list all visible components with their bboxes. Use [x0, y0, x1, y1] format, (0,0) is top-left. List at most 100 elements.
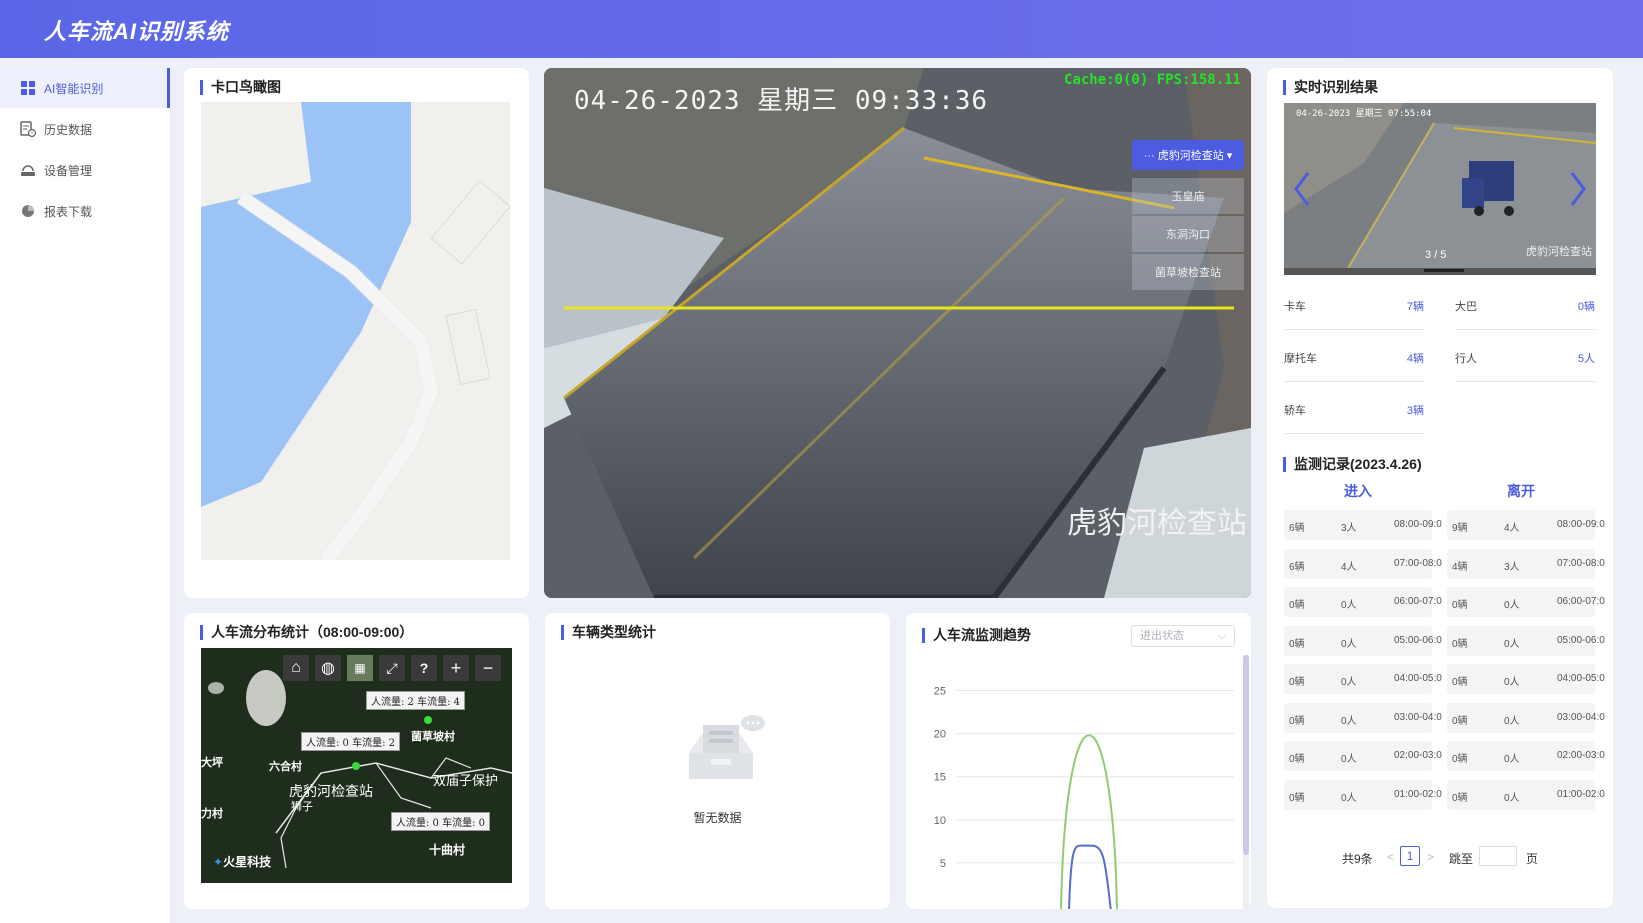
- sidebar-item-history[interactable]: 历史数据: [0, 109, 170, 149]
- map-place: 十曲村: [429, 843, 466, 857]
- record-people: 3人: [1504, 561, 1520, 573]
- record-people: 3人: [1341, 523, 1357, 534]
- record-vehicles: 0辆: [1289, 638, 1305, 650]
- pager-page-unit: 页: [1526, 852, 1539, 866]
- station-option[interactable]: 菌草坡检查站: [1132, 254, 1244, 290]
- pager-page-current[interactable]: 1: [1400, 846, 1420, 866]
- carousel-prev-icon[interactable]: [1292, 169, 1312, 209]
- grid-icon: [20, 80, 36, 96]
- pie-chart-icon: [20, 203, 36, 219]
- map-place: 菌草坡村: [411, 731, 455, 743]
- map-view[interactable]: [201, 102, 510, 560]
- record-people: 0人: [1341, 754, 1357, 765]
- record-vehicles: 6辆: [1289, 523, 1305, 534]
- record-vehicles: 0辆: [1452, 754, 1468, 765]
- record-row: 0辆 0人 02:00-03:0: [1447, 741, 1605, 771]
- record-row: 0辆 0人 01:00-02:0: [1447, 779, 1605, 810]
- record-time: 07:00-08:0: [1557, 557, 1605, 569]
- y-tick-label: 20: [934, 729, 946, 741]
- home-icon[interactable]: ⌂: [283, 655, 309, 681]
- document-clock-icon: [20, 121, 36, 137]
- station-dropdown[interactable]: ··· 虎豹河检查站 ▾: [1132, 140, 1244, 170]
- recognition-image-carousel[interactable]: 04-26-2023 星期三 07:55:04 虎豹河检查站 3 / 5: [1284, 103, 1596, 275]
- record-people: 0人: [1341, 600, 1357, 611]
- sidebar-item-reports[interactable]: 报表下载: [0, 191, 170, 231]
- record-people: 0人: [1504, 677, 1520, 688]
- record-row: 0辆 0人 02:00-03:0: [1284, 741, 1442, 771]
- sidebar-item-devices[interactable]: 设备管理: [0, 150, 170, 190]
- sidebar-item-label: AI智能识别: [44, 81, 104, 96]
- empty-text: 暂无数据: [693, 811, 742, 825]
- record-time: 08:00-09:0: [1557, 519, 1605, 530]
- card-title: 卡口鸟瞰图: [200, 80, 281, 95]
- satellite-layer-icon[interactable]: ▦: [347, 655, 373, 681]
- record-row: 9辆 4人 08:00-09:0: [1447, 510, 1605, 540]
- record-people: 0人: [1504, 792, 1520, 804]
- direction-select[interactable]: 进出状态 ⌵: [1131, 625, 1235, 647]
- live-video-feed[interactable]: 04-26-2023 星期三 09:33:36 Cache:0(0) FPS:1…: [544, 68, 1251, 598]
- record-vehicles: 0辆: [1289, 715, 1305, 727]
- globe-icon[interactable]: ◍: [315, 655, 341, 681]
- distribution-card: 人车流分布统计（08:00-09:00） ⌂ ◍ ▦ ⤢ ? + − 人流量: …: [184, 613, 529, 909]
- record-time: 02:00-03:0: [1557, 750, 1605, 761]
- record-people: 4人: [1504, 523, 1520, 534]
- sidebar-item-label: 报表下载: [44, 204, 93, 219]
- video-station-name: 虎豹河检查站: [1067, 507, 1247, 540]
- record-vehicles: 4辆: [1452, 561, 1468, 573]
- record-row: 0辆 0人 03:00-04:0: [1284, 702, 1442, 733]
- record-people: 0人: [1504, 754, 1520, 765]
- trend-chart: 5 10 15 20 25: [934, 686, 1234, 909]
- zoom-in-icon[interactable]: +: [443, 655, 469, 681]
- records-in-header: 进入: [1344, 483, 1372, 499]
- map-place: 狮子: [291, 801, 313, 813]
- vehicle-type-card: 车辆类型统计 暂无数据: [545, 613, 890, 909]
- stat-label: 轿车: [1284, 405, 1306, 417]
- top-bar: 人车流AI识别系统: [0, 0, 1643, 58]
- record-time: 03:00-04:0: [1557, 711, 1605, 723]
- record-vehicles: 0辆: [1452, 600, 1468, 611]
- app-title: 人车流AI识别系统: [44, 19, 230, 44]
- fullscreen-icon[interactable]: ⤢: [379, 655, 405, 681]
- card-title: 车辆类型统计: [561, 625, 656, 640]
- card-title: 人车流分布统计（08:00-09:00）: [200, 625, 413, 640]
- card-title: 人车流监测趋势: [922, 628, 1031, 643]
- map-place: 力村: [201, 808, 223, 820]
- pager-next-icon[interactable]: >: [1427, 850, 1434, 864]
- record-time: 07:00-08:0: [1394, 557, 1442, 569]
- record-vehicles: 6辆: [1289, 561, 1305, 573]
- pager-prev-icon[interactable]: <: [1387, 850, 1394, 864]
- record-row: 0辆 0人 04:00-05:0: [1447, 664, 1605, 694]
- map-toolbar: ⌂ ◍ ▦ ⤢ ? + −: [283, 655, 501, 681]
- stat-car: 轿车 3辆: [1284, 384, 1424, 434]
- scrollbar-thumb[interactable]: [1243, 655, 1249, 855]
- trend-card: 人车流监测趋势 进出状态 ⌵ 5 10 15 20 25: [906, 613, 1251, 909]
- record-time: 01:00-02:0: [1394, 788, 1442, 800]
- map-card: 卡口鸟瞰图: [184, 68, 529, 598]
- record-time: 04:00-05:0: [1394, 673, 1442, 684]
- station-option[interactable]: 玉皇庙: [1132, 178, 1244, 214]
- scrollbar-track[interactable]: [1243, 655, 1249, 909]
- stat-bus: 大巴 0辆: [1455, 280, 1595, 330]
- help-icon[interactable]: ?: [411, 655, 437, 681]
- zoom-out-icon[interactable]: −: [475, 655, 501, 681]
- chevron-down-icon: ⌵: [1217, 630, 1226, 642]
- sidebar-item-label: 历史数据: [44, 122, 93, 137]
- sidebar-item-ai-recognition[interactable]: AI智能识别: [0, 68, 170, 108]
- record-row: 6辆 4人 07:00-08:0: [1284, 548, 1442, 579]
- carousel-next-icon[interactable]: [1568, 169, 1588, 209]
- record-vehicles: 0辆: [1289, 754, 1305, 765]
- satellite-map[interactable]: ⌂ ◍ ▦ ⤢ ? + − 人流量: 2 车流量: 4 人流量: 0 车流量: …: [201, 648, 512, 883]
- y-tick-label: 15: [934, 772, 946, 784]
- stat-label: 卡车: [1284, 301, 1306, 313]
- image-station-name: 虎豹河检查站: [1526, 246, 1592, 258]
- station-option[interactable]: 东洞沟口: [1132, 216, 1244, 252]
- map-label-flow: 人流量: 0 车流量: 0: [391, 812, 490, 831]
- record-vehicles: 0辆: [1289, 792, 1305, 804]
- record-vehicles: 0辆: [1452, 792, 1468, 804]
- stat-pedestrian: 行人 5人: [1455, 332, 1595, 382]
- record-time: 02:00-03:0: [1394, 750, 1442, 761]
- record-people: 0人: [1504, 638, 1520, 650]
- pager-jump-input[interactable]: [1479, 846, 1517, 866]
- record-people: 0人: [1341, 677, 1357, 688]
- record-row: 0辆 0人 06:00-07:0: [1284, 587, 1442, 617]
